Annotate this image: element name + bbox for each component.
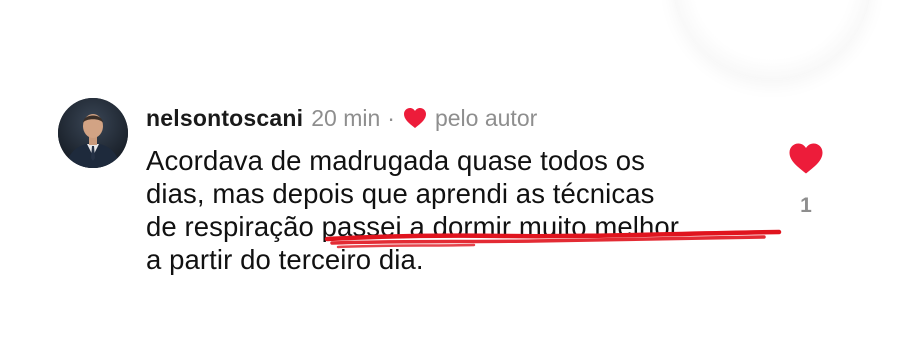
username-link[interactable]: nelsontoscani [146,105,303,132]
comment-text-line: de respiração passei a dormir muito melh… [146,211,680,242]
heart-icon [403,107,427,129]
comment-text-line: Acordava de madrugada quase todos os [146,145,645,176]
heart-icon [789,143,823,174]
comment-meta: nelsontoscani 20 min · pelo autor [146,102,537,134]
like-button[interactable] [788,142,824,175]
meta-separator: · [387,104,395,131]
comment-text-line: a partir do terceiro dia. [146,244,424,275]
liked-by-author-label: pelo autor [434,104,538,131]
background-corner-shape [672,0,872,80]
timestamp: 20 min [311,104,381,131]
comment-text: Acordava de madrugada quase todos os dia… [146,144,746,276]
avatar-image [58,98,128,168]
like-count[interactable]: 1 [794,194,818,218]
avatar[interactable] [58,98,128,168]
comment: nelsontoscani 20 min · pelo autor Acorda… [58,98,838,288]
comment-text-line: dias, mas depois que aprendi as técnicas [146,178,655,209]
